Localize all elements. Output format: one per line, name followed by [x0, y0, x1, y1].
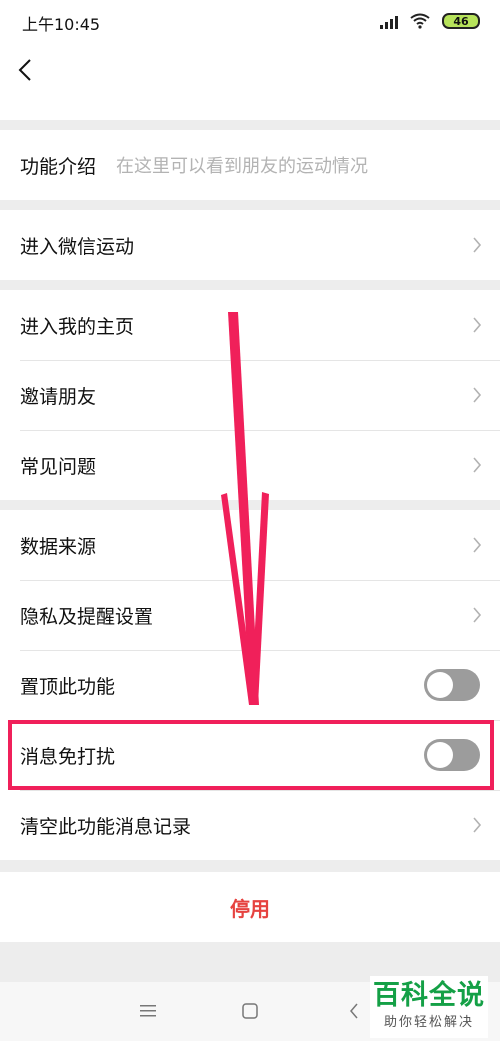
status-bar: 上午10:45 46 — [0, 0, 500, 44]
chevron-right-icon — [473, 607, 482, 623]
chevron-right-icon — [473, 817, 482, 833]
list-item-invite-friends[interactable]: 邀请朋友 — [0, 360, 500, 430]
row-label: 进入微信运动 — [20, 235, 135, 258]
list-item-enter-wechat-sport[interactable]: 进入微信运动 — [0, 210, 500, 280]
row-label: 数据来源 — [20, 535, 97, 558]
pin-feature-toggle[interactable] — [424, 669, 480, 701]
battery-level: 46 — [453, 14, 469, 28]
chevron-right-icon — [473, 387, 482, 403]
toggle-knob — [427, 672, 453, 698]
home-icon[interactable] — [242, 1003, 258, 1019]
chevron-right-icon — [473, 317, 482, 333]
disable-label: 停用 — [230, 896, 270, 921]
list-item-clear-history[interactable]: 清空此功能消息记录 — [0, 790, 500, 860]
homepage-section: 进入我的主页 邀请朋友 常见问题 — [0, 290, 500, 500]
row-label: 清空此功能消息记录 — [20, 815, 192, 838]
watermark-subtitle: 助你轻松解决 — [383, 1015, 474, 1030]
watermark-logo: 百科全说 助你轻松解决 — [370, 976, 488, 1038]
chevron-right-icon — [473, 537, 482, 553]
row-label: 进入我的主页 — [20, 315, 135, 338]
annotation-highlight-box — [8, 720, 494, 790]
intro-section: 功能介绍 在这里可以看到朋友的运动情况 — [0, 130, 500, 200]
nav-bar — [0, 44, 500, 120]
back-icon[interactable] — [14, 58, 38, 82]
list-item-enter-homepage[interactable]: 进入我的主页 — [0, 290, 500, 360]
list-item-privacy-settings[interactable]: 隐私及提醒设置 — [0, 580, 500, 650]
intro-label: 功能介绍 — [20, 155, 97, 178]
disable-button[interactable]: 停用 — [0, 872, 500, 942]
list-item-faq[interactable]: 常见问题 — [0, 430, 500, 500]
list-item-pin-feature: 置顶此功能 — [0, 650, 500, 720]
row-label: 常见问题 — [20, 455, 97, 478]
battery-icon: 46 — [442, 13, 480, 29]
row-label: 置顶此功能 — [20, 675, 116, 698]
intro-description: 在这里可以看到朋友的运动情况 — [116, 156, 369, 177]
intro-row: 功能介绍 在这里可以看到朋友的运动情况 — [0, 130, 500, 200]
row-label: 邀请朋友 — [20, 385, 97, 408]
list-item-data-source[interactable]: 数据来源 — [0, 510, 500, 580]
status-time: 上午10:45 — [22, 15, 101, 34]
wifi-icon — [410, 13, 430, 29]
back-nav-icon[interactable] — [349, 1003, 359, 1019]
signal-icon — [380, 16, 398, 29]
chevron-right-icon — [473, 237, 482, 253]
row-label: 隐私及提醒设置 — [20, 605, 154, 628]
watermark-title: 百科全说 — [373, 980, 485, 1011]
chevron-right-icon — [473, 457, 482, 473]
wechat-sport-section: 进入微信运动 — [0, 210, 500, 280]
settings-section: 数据来源 隐私及提醒设置 置顶此功能 消息免打扰 清空此功能消息记录 — [0, 510, 500, 860]
menu-icon[interactable] — [140, 1004, 156, 1018]
